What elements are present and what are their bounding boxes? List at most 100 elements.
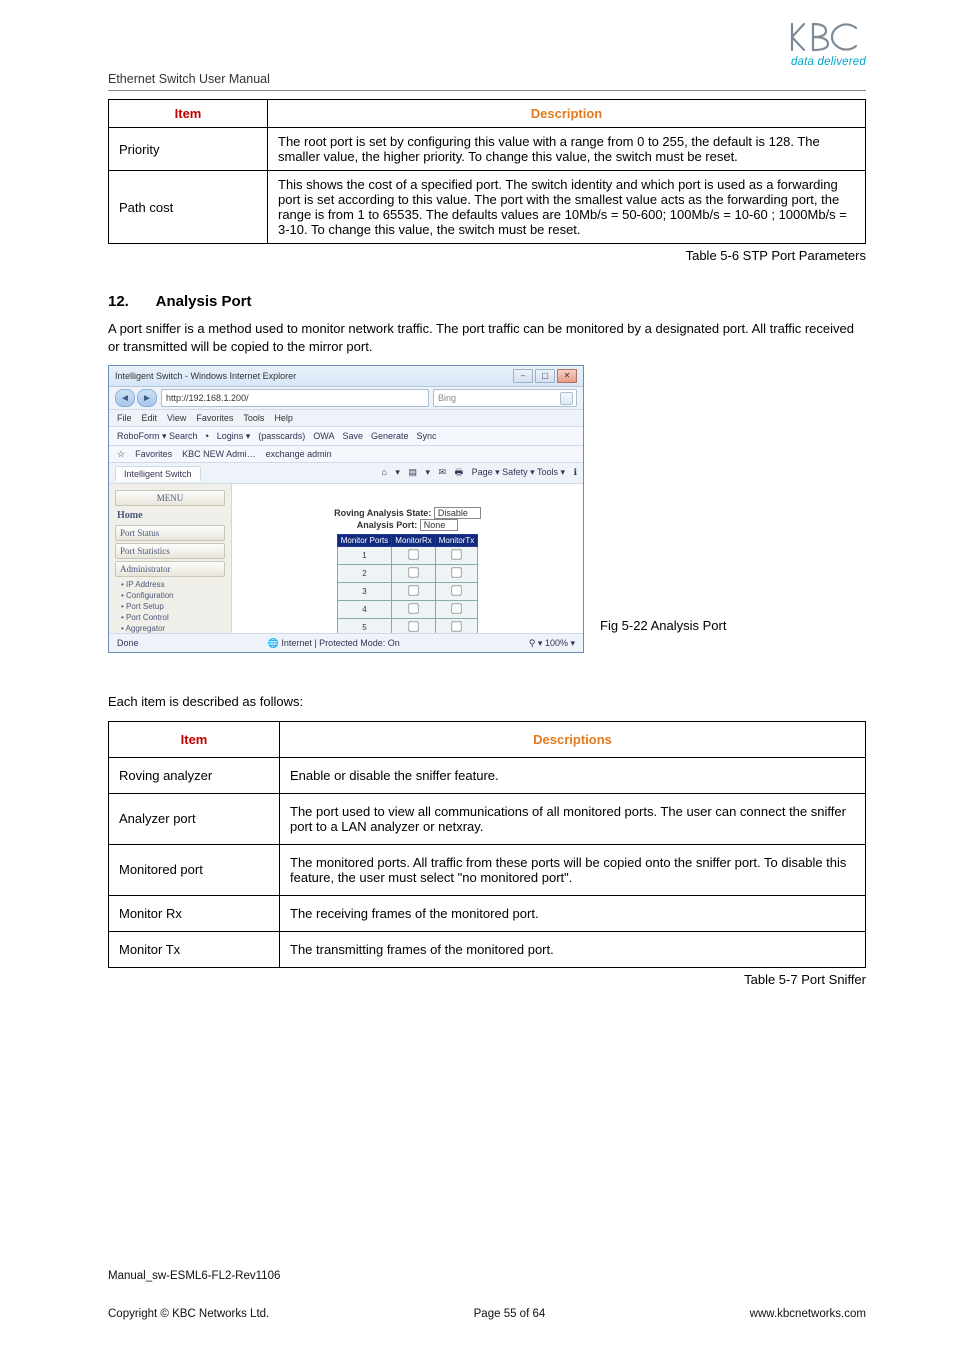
window-minimize-button[interactable]: –: [513, 369, 533, 383]
help-icon[interactable]: ℹ: [574, 467, 577, 477]
tx-checkbox[interactable]: [451, 567, 461, 577]
sidebar-item[interactable]: • IP Address: [109, 579, 231, 590]
toolbar-item[interactable]: OWA: [313, 431, 334, 441]
cell-desc: The port used to view all communications…: [280, 793, 866, 844]
copyright: Copyright © KBC Networks Ltd.: [108, 1308, 269, 1320]
print-icon[interactable]: 🖶: [455, 467, 464, 477]
menu-item[interactable]: Help: [274, 413, 293, 423]
table-row: Path cost This shows the cost of a speci…: [109, 171, 866, 244]
cell-item: Monitor Rx: [109, 895, 280, 931]
forward-button[interactable]: ►: [137, 389, 157, 407]
between-text: Each item is described as follows:: [108, 693, 866, 711]
section-heading: 12. Analysis Port: [108, 293, 866, 310]
rx-checkbox[interactable]: [408, 603, 418, 613]
table-row: 2: [337, 565, 478, 583]
sidebar-group[interactable]: Port Status: [115, 525, 225, 541]
menu-item[interactable]: Edit: [142, 413, 158, 423]
window-titlebar: Intelligent Switch - Windows Internet Ex…: [109, 366, 583, 387]
cell-item: Monitor Tx: [109, 931, 280, 967]
search-field[interactable]: Bing: [433, 389, 577, 407]
figure-caption: Fig 5-22 Analysis Port: [600, 618, 726, 633]
window-title: Intelligent Switch - Windows Internet Ex…: [115, 371, 296, 381]
menu-item[interactable]: File: [117, 413, 132, 423]
favorites-label[interactable]: Favorites: [135, 449, 172, 459]
sidebar-item[interactable]: • Port Control: [109, 612, 231, 623]
tab-bar: Intelligent Switch ⌂ ▾ ▤ ▾ ✉ 🖶 Page ▾ Sa…: [109, 463, 583, 484]
table-row: 4: [337, 601, 478, 619]
table-row: Monitored port The monitored ports. All …: [109, 844, 866, 895]
toolbar-item[interactable]: Save: [342, 431, 363, 441]
page-footer: Manual_sw-ESML6-FL2-Rev1106 Copyright © …: [108, 1270, 866, 1320]
window-close-button[interactable]: ✕: [557, 369, 577, 383]
status-left: Done: [117, 638, 139, 648]
section-title: Analysis Port: [156, 293, 252, 310]
tx-checkbox[interactable]: [451, 621, 461, 631]
tx-checkbox[interactable]: [451, 585, 461, 595]
cell-item: Priority: [109, 128, 268, 171]
zoom-icon[interactable]: ⚲: [529, 638, 536, 648]
mail-icon[interactable]: ✉: [439, 467, 447, 477]
cell-desc: The monitored ports. All traffic from th…: [280, 844, 866, 895]
table-row: Roving analyzer Enable or disable the sn…: [109, 757, 866, 793]
sidebar-item[interactable]: • Configuration: [109, 590, 231, 601]
url-field[interactable]: http://192.168.1.200/: [161, 389, 429, 407]
cell-desc: Enable or disable the sniffer feature.: [280, 757, 866, 793]
table-row: Priority The root port is set by configu…: [109, 128, 866, 171]
status-mid: 🌐 Internet | Protected Mode: On: [268, 638, 400, 649]
sidebar-group[interactable]: Administrator: [115, 561, 225, 577]
feed-icon[interactable]: ▤: [408, 467, 417, 477]
sidebar-menu-button[interactable]: MENU: [115, 490, 225, 506]
section-paragraph: A port sniffer is a method used to monit…: [108, 320, 866, 355]
table-row: Monitor Rx The receiving frames of the m…: [109, 895, 866, 931]
rx-checkbox[interactable]: [408, 621, 418, 631]
home-icon[interactable]: ⌂: [381, 467, 386, 477]
logo: data delivered: [786, 20, 866, 68]
linkbar-item[interactable]: KBC NEW Admi…: [182, 449, 256, 459]
toolbar-item[interactable]: RoboForm ▾ Search: [117, 431, 198, 442]
kbc-logo-icon: [786, 20, 866, 54]
table1-caption: Table 5-6 STP Port Parameters: [108, 248, 866, 263]
browser-tab[interactable]: Intelligent Switch: [115, 466, 201, 481]
main-panel: Roving Analysis State: Disable Analysis …: [232, 484, 583, 653]
menu-item[interactable]: Tools: [243, 413, 264, 423]
toolbar-item[interactable]: Logins ▾: [217, 431, 251, 442]
th-monitor-tx: MonitorTx: [435, 535, 478, 547]
cell-item: Monitored port: [109, 844, 280, 895]
toolbar-item[interactable]: Generate: [371, 431, 409, 441]
linkbar-item[interactable]: exchange admin: [266, 449, 332, 459]
th-item: Item: [109, 100, 268, 128]
tx-checkbox[interactable]: [451, 603, 461, 613]
table-row: Analyzer port The port used to view all …: [109, 793, 866, 844]
roving-select[interactable]: Disable: [434, 507, 481, 519]
stp-port-params-table: Item Description Priority The root port …: [108, 99, 866, 244]
table-row: Monitor Tx The transmitting frames of th…: [109, 931, 866, 967]
address-bar: ◄ ► http://192.168.1.200/ Bing: [109, 387, 583, 410]
table-row: 3: [337, 583, 478, 601]
page-number: Page 55 of 64: [474, 1308, 546, 1320]
th-item: Item: [109, 721, 280, 757]
sidebar-group[interactable]: Port Statistics: [115, 543, 225, 559]
port-sniffer-table: Item Descriptions Roving analyzer Enable…: [108, 721, 866, 968]
toolbar-item[interactable]: Sync: [417, 431, 437, 441]
window-maximize-button[interactable]: ▢: [535, 369, 555, 383]
cell-item: Roving analyzer: [109, 757, 280, 793]
rx-checkbox[interactable]: [408, 549, 418, 559]
website: www.kbcnetworks.com: [750, 1308, 866, 1320]
analysis-select[interactable]: None: [420, 519, 459, 531]
toolbar: RoboForm ▾ Search • Logins ▾ (passcards)…: [109, 427, 583, 446]
page-tools[interactable]: ⌂ ▾ ▤ ▾ ✉ 🖶 Page ▾ Safety ▾ Tools ▾ ℹ: [375, 465, 577, 481]
back-button[interactable]: ◄: [115, 389, 135, 407]
menu-item[interactable]: Favorites: [196, 413, 233, 423]
manual-id: Manual_sw-ESML6-FL2-Rev1106: [108, 1270, 866, 1282]
analysis-label: Analysis Port:: [357, 520, 418, 530]
sidebar-home[interactable]: Home: [109, 508, 231, 523]
rx-checkbox[interactable]: [408, 585, 418, 595]
rx-checkbox[interactable]: [408, 567, 418, 577]
tx-checkbox[interactable]: [451, 549, 461, 559]
menu-item[interactable]: View: [167, 413, 186, 423]
th-monitor-rx: MonitorRx: [392, 535, 435, 547]
sidebar-item[interactable]: • Port Setup: [109, 601, 231, 612]
toolbar-item[interactable]: (passcards): [258, 431, 305, 441]
menubar: File Edit View Favorites Tools Help: [109, 410, 583, 427]
cell-desc: This shows the cost of a specified port.…: [268, 171, 866, 244]
